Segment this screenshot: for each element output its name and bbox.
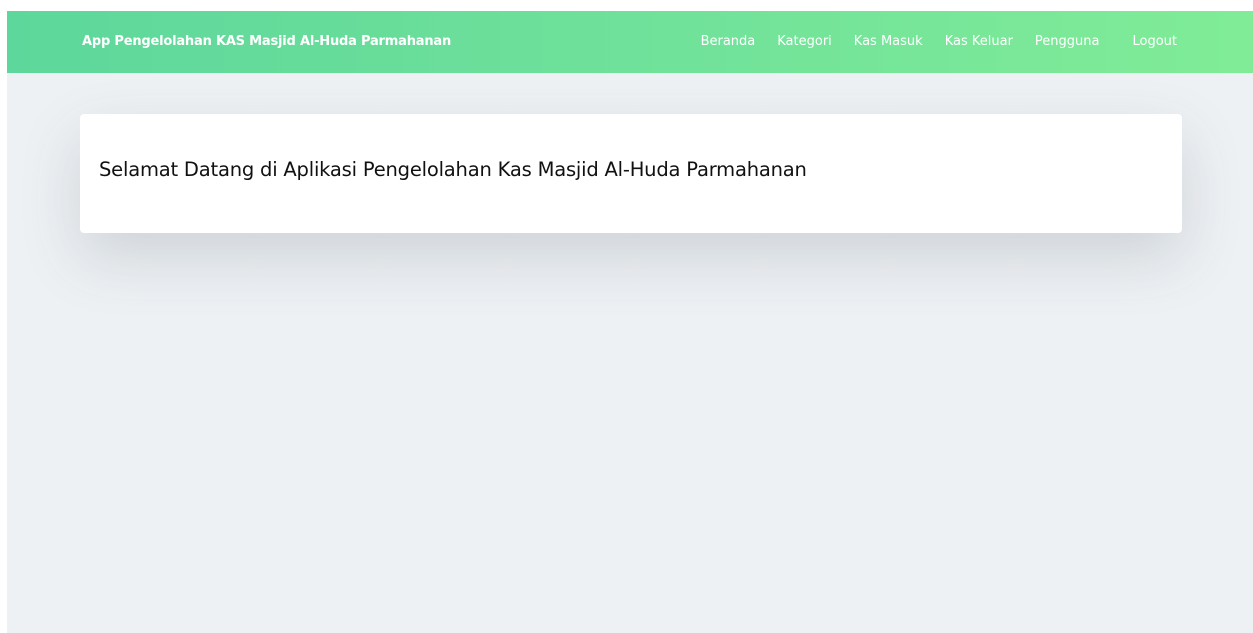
nav-menu: Beranda Kategori Kas Masuk Kas Keluar Pe… <box>690 11 1177 73</box>
nav-link-beranda[interactable]: Beranda <box>690 11 767 73</box>
welcome-card: Selamat Datang di Aplikasi Pengelolahan … <box>80 114 1182 233</box>
nav-link-kategori[interactable]: Kategori <box>766 11 843 73</box>
navbar: App Pengelolahan KAS Masjid Al-Huda Parm… <box>7 11 1253 73</box>
nav-link-kas-keluar[interactable]: Kas Keluar <box>934 11 1024 73</box>
nav-link-logout[interactable]: Logout <box>1110 11 1177 73</box>
page: App Pengelolahan KAS Masjid Al-Huda Parm… <box>7 11 1253 633</box>
brand-link[interactable]: App Pengelolahan KAS Masjid Al-Huda Parm… <box>82 11 451 73</box>
nav-link-kas-masuk[interactable]: Kas Masuk <box>843 11 934 73</box>
welcome-title: Selamat Datang di Aplikasi Pengelolahan … <box>99 158 807 181</box>
nav-link-pengguna[interactable]: Pengguna <box>1024 11 1111 73</box>
